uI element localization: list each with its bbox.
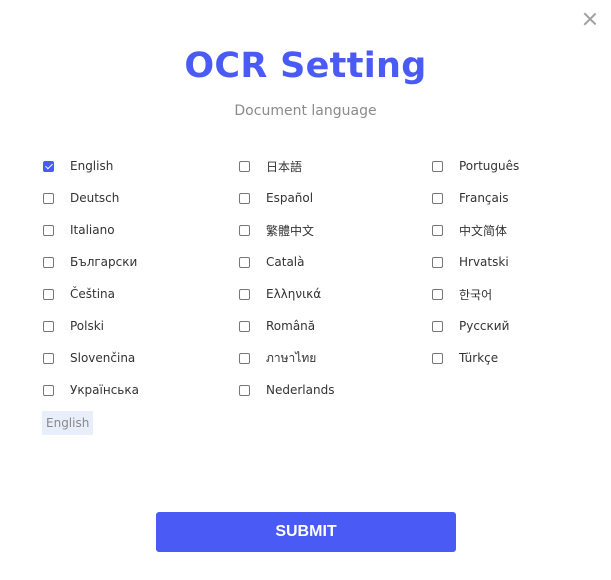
- language-option[interactable]: Nederlands: [239, 378, 334, 402]
- language-checkbox[interactable]: [239, 160, 250, 172]
- language-option[interactable]: Русский: [432, 314, 509, 338]
- language-option[interactable]: Български: [43, 250, 137, 274]
- language-option[interactable]: 繁體中文: [239, 218, 314, 242]
- language-option[interactable]: Slovenčina: [43, 346, 135, 370]
- language-option[interactable]: ภาษาไทย: [239, 346, 316, 370]
- language-label: English: [70, 159, 114, 173]
- language-option[interactable]: Português: [432, 154, 519, 178]
- language-checkbox[interactable]: [432, 320, 443, 332]
- language-label: Română: [266, 319, 316, 333]
- language-label: Українська: [70, 383, 139, 397]
- language-option[interactable]: English: [43, 154, 113, 178]
- language-checkbox[interactable]: [432, 352, 443, 364]
- language-label: 中文简体: [459, 223, 508, 238]
- language-checkbox[interactable]: [239, 192, 250, 204]
- language-option[interactable]: Español: [239, 186, 313, 210]
- language-option[interactable]: Türkçe: [432, 346, 498, 370]
- language-checkbox[interactable]: [239, 288, 250, 300]
- language-checkbox[interactable]: [43, 224, 54, 236]
- language-checkbox[interactable]: [432, 160, 443, 172]
- language-label: Français: [459, 191, 509, 205]
- language-checkbox[interactable]: [43, 256, 54, 268]
- language-label: Español: [266, 191, 314, 205]
- language-label: 繁體中文: [266, 223, 315, 238]
- language-option[interactable]: Română: [239, 314, 315, 338]
- language-label: Català: [266, 255, 305, 269]
- language-label: Deutsch: [70, 191, 120, 205]
- language-checkbox[interactable]: [432, 192, 443, 204]
- language-option[interactable]: 한국어: [432, 282, 492, 306]
- language-label: Nederlands: [266, 383, 335, 397]
- language-checkbox[interactable]: [432, 224, 443, 236]
- language-label: Čeština: [70, 287, 116, 301]
- language-label: Polski: [70, 319, 105, 333]
- language-option[interactable]: Français: [432, 186, 508, 210]
- language-label: 한국어: [459, 287, 493, 302]
- language-option[interactable]: 中文简体: [432, 218, 507, 242]
- language-label: Türkçe: [459, 351, 499, 365]
- language-label: Slovenčina: [70, 351, 136, 365]
- close-icon[interactable]: [583, 12, 597, 26]
- language-checkbox[interactable]: [432, 288, 443, 300]
- language-checkbox[interactable]: [239, 224, 250, 236]
- language-checkbox[interactable]: [239, 320, 250, 332]
- dialog-subtitle: Document language: [234, 103, 377, 119]
- language-checkbox[interactable]: [432, 256, 443, 268]
- language-option[interactable]: Ελληνικά: [239, 282, 321, 306]
- language-option[interactable]: 日本語: [239, 154, 302, 178]
- language-checkbox[interactable]: [239, 352, 250, 364]
- language-checkbox[interactable]: [43, 320, 54, 332]
- language-label: Italiano: [70, 223, 115, 237]
- submit-button[interactable]: SUBMIT: [156, 512, 456, 552]
- language-checkbox[interactable]: [43, 160, 54, 172]
- dialog-title: OCR Setting: [184, 46, 427, 86]
- language-checkbox[interactable]: [239, 256, 250, 268]
- language-checkbox[interactable]: [43, 384, 54, 396]
- language-option[interactable]: Deutsch: [43, 186, 119, 210]
- language-checkbox[interactable]: [43, 352, 54, 364]
- language-label: Български: [70, 255, 138, 269]
- selected-language-tag: English: [42, 411, 94, 435]
- language-option[interactable]: Čeština: [43, 282, 115, 306]
- language-label: Ελληνικά: [266, 287, 322, 301]
- language-option[interactable]: Italiano: [43, 218, 115, 242]
- language-checkbox[interactable]: [239, 384, 250, 396]
- language-option[interactable]: Polski: [43, 314, 104, 338]
- language-option[interactable]: Català: [239, 250, 304, 274]
- language-option[interactable]: Українська: [43, 378, 139, 402]
- language-label: Hrvatski: [459, 255, 509, 269]
- language-label: Русский: [459, 319, 510, 333]
- language-checkbox[interactable]: [43, 192, 54, 204]
- language-label: Português: [459, 159, 520, 173]
- language-label: ภาษาไทย: [266, 350, 317, 365]
- language-option[interactable]: Hrvatski: [432, 250, 509, 274]
- language-checkbox[interactable]: [43, 288, 54, 300]
- language-label: 日本語: [266, 159, 303, 174]
